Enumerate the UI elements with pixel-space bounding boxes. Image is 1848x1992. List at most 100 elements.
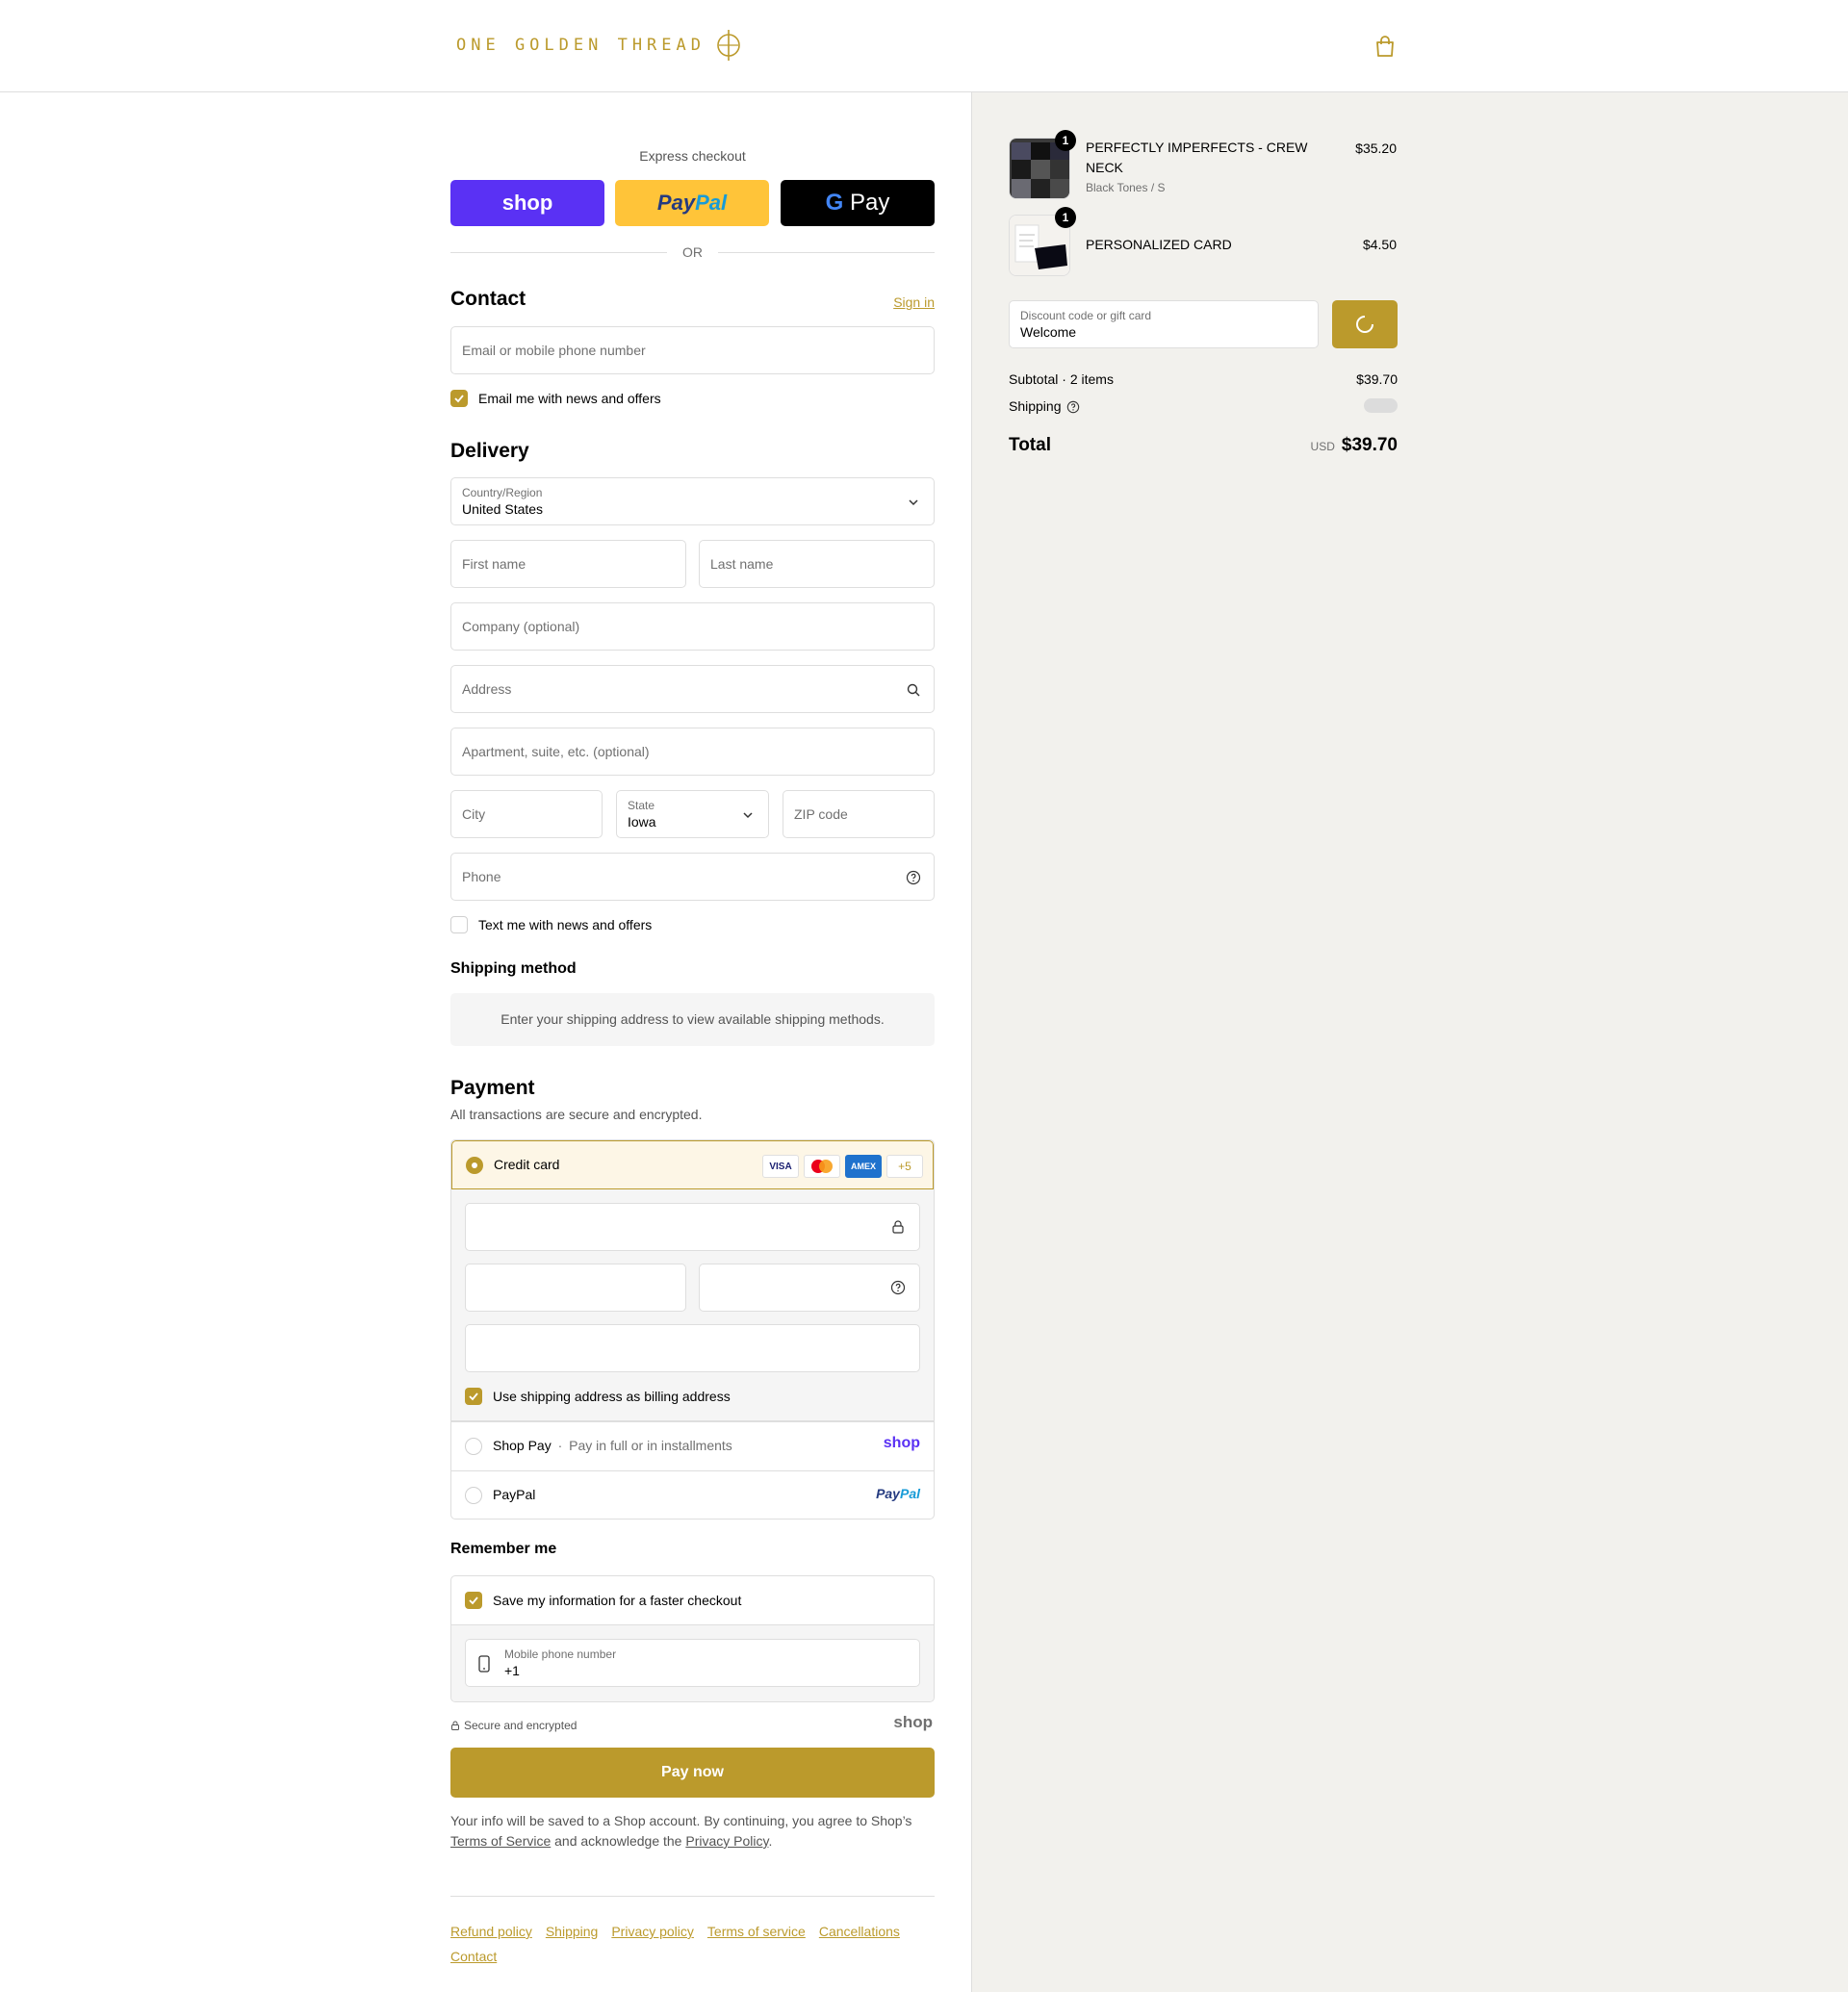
paypal-label: PayPal [493,1487,536,1502]
billing-address-checkbox[interactable] [465,1388,482,1405]
shipping-method-message: Enter your shipping address to view avai… [500,1011,885,1027]
credit-card-label: Credit card [494,1157,560,1172]
state-select[interactable]: State Iowa [616,790,769,838]
terms-of-service-footer-link[interactable]: Terms of service [707,1924,806,1939]
remember-me-box: Save my information for a faster checkou… [450,1575,935,1702]
help-icon[interactable] [890,1280,906,1295]
total-row: Total USD $39.70 [1009,435,1398,460]
help-icon[interactable] [1066,400,1080,414]
cancellations-link[interactable]: Cancellations [819,1924,900,1939]
name-on-card-field[interactable] [465,1324,920,1372]
address-field[interactable]: Address [450,665,935,713]
address-placeholder: Address [462,681,512,697]
shipping-method-box: Enter your shipping address to view avai… [450,993,935,1046]
zip-placeholder: ZIP code [794,806,848,822]
card-number-field[interactable] [465,1203,920,1251]
apartment-placeholder: Apartment, suite, etc. (optional) [462,744,650,759]
state-value: Iowa [628,814,656,830]
subtotal-row: Subtotal · 2 items $39.70 [1009,371,1398,387]
sign-in-link[interactable]: Sign in [893,294,935,310]
save-info-label: Save my information for a faster checkou… [493,1593,742,1608]
check-icon [469,1392,478,1401]
cart-button[interactable] [1374,35,1396,58]
phone-placeholder: Phone [462,869,501,884]
footer-divider [450,1896,935,1897]
email-field[interactable]: Email or mobile phone number [450,326,935,374]
lock-icon [892,1220,904,1234]
last-name-field[interactable]: Last name [699,540,935,588]
credit-card-option[interactable]: Credit card VISA AMEX +5 [451,1140,934,1189]
discount-code-label: Discount code or gift card [1020,309,1152,322]
text-news-checkbox[interactable] [450,916,468,933]
cart-item: 1 PERFECTLY IMPERFECTS - CREW NECK Black… [1009,130,1397,201]
item-price: $4.50 [1362,237,1397,252]
mastercard-icon [804,1155,840,1178]
country-select[interactable]: Country/Region United States [450,477,935,525]
cart-item: 1 PERSONALIZED CARD $4.50 [1009,207,1397,278]
shop-pay-description: Pay in full or in installments [569,1438,732,1453]
expiration-date-field[interactable] [465,1264,686,1312]
loading-spinner-icon [1356,316,1373,333]
country-label: Country/Region [462,486,543,499]
google-pay-express-button[interactable]: G Pay [781,180,935,226]
contact-title: Contact [450,288,526,310]
last-name-placeholder: Last name [710,556,774,572]
security-code-field[interactable] [699,1264,920,1312]
express-checkout-label: Express checkout [639,148,746,164]
payment-title: Payment [450,1077,535,1099]
amex-icon: AMEX [845,1155,882,1178]
check-icon [454,395,464,403]
apply-discount-button[interactable] [1332,300,1398,348]
email-news-checkbox[interactable] [450,390,468,407]
privacy-policy-link[interactable]: Privacy Policy [685,1833,768,1849]
brand-logo[interactable]: ONE GOLDEN THREAD [456,29,742,62]
discount-code-field[interactable]: Discount code or gift card Welcome [1009,300,1319,348]
shop-pay-express-button[interactable]: shop [450,180,604,226]
total-value: $39.70 [1341,435,1398,455]
first-name-placeholder: First name [462,556,526,572]
city-placeholder: City [462,806,486,822]
secure-encrypted-note: Secure and encrypted [450,1719,577,1732]
chevron-down-icon [743,812,753,819]
help-icon[interactable] [906,870,921,885]
credit-card-radio[interactable] [466,1157,483,1174]
paypal-option[interactable]: PayPal PayPal [451,1470,934,1519]
google-g-icon: G [825,190,844,216]
google-pay-logo: G Pay [825,190,890,216]
phone-field[interactable]: Phone [450,853,935,901]
shopping-bag-icon [1376,36,1394,57]
subtotal-label: Subtotal · 2 items [1009,371,1114,387]
privacy-policy-footer-link[interactable]: Privacy policy [611,1924,694,1939]
pay-now-button[interactable]: Pay now [450,1748,935,1798]
email-news-label: Email me with news and offers [478,391,661,406]
terms-of-service-link[interactable]: Terms of Service [450,1833,551,1849]
email-placeholder: Email or mobile phone number [462,343,646,358]
company-placeholder: Company (optional) [462,619,580,634]
paypal-radio[interactable] [465,1487,482,1504]
legal-notice: Your info will be saved to a Shop accoun… [450,1813,912,1849]
contact-link[interactable]: Contact [450,1949,497,1964]
quantity-badge: 1 [1055,130,1076,151]
zip-field[interactable]: ZIP code [783,790,935,838]
save-info-checkbox[interactable] [465,1592,482,1609]
mobile-phone-field[interactable]: Mobile phone number +1 [465,1639,920,1687]
shop-pay-radio[interactable] [465,1438,482,1455]
company-field[interactable]: Company (optional) [450,602,935,651]
city-field[interactable]: City [450,790,603,838]
shop-logo: shop [893,1713,933,1731]
apartment-field[interactable]: Apartment, suite, etc. (optional) [450,728,935,776]
item-name: PERFECTLY IMPERFECTS - CREW NECK [1086,140,1308,175]
payment-methods: Credit card VISA AMEX +5 Use shipping ad… [450,1139,935,1520]
shop-pay-option[interactable]: Shop Pay · Pay in full or in installment… [451,1421,934,1470]
brand-name: ONE GOLDEN THREAD [456,36,706,55]
first-name-field[interactable]: First name [450,540,686,588]
quantity-badge: 1 [1055,207,1076,228]
or-divider: OR [450,243,935,261]
payment-subtitle: All transactions are secure and encrypte… [450,1107,703,1122]
shop-pay-label: Shop Pay [493,1438,552,1453]
paypal-express-button[interactable]: PayPal [615,180,769,226]
refund-policy-link[interactable]: Refund policy [450,1924,532,1939]
mobile-phone-value: +1 [504,1663,520,1678]
shop-pay-logo: shop [883,1435,920,1451]
shipping-policy-link[interactable]: Shipping [546,1924,599,1939]
